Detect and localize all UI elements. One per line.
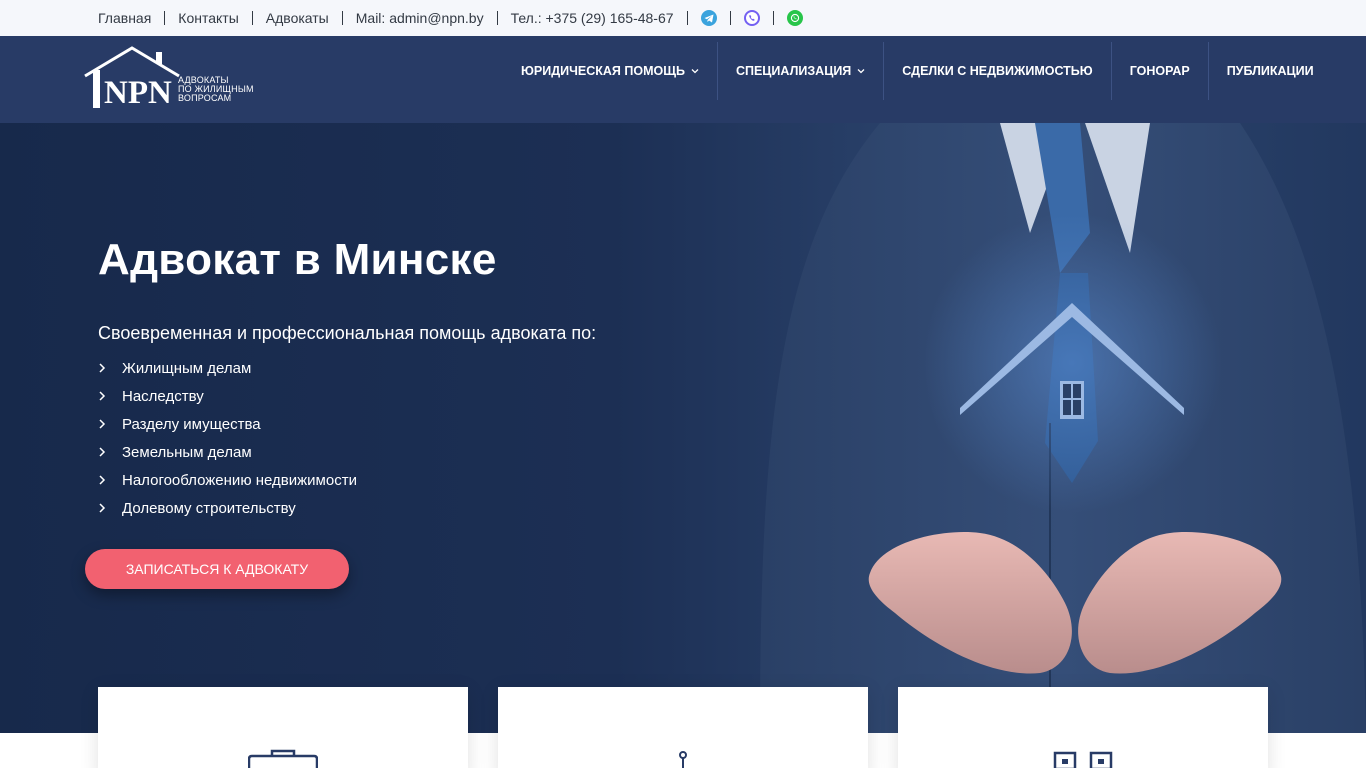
nav-item-legal-help[interactable]: ЮРИДИЧЕСКАЯ ПОМОЩЬ bbox=[503, 42, 717, 100]
divider bbox=[164, 11, 166, 25]
divider bbox=[251, 11, 253, 25]
viber-icon[interactable] bbox=[743, 10, 760, 26]
chevron-right-icon bbox=[98, 419, 122, 429]
nav-item-label: ПУБЛИКАЦИИ bbox=[1226, 64, 1314, 78]
list-item: Разделу имущества bbox=[98, 410, 357, 438]
nav-item-label: ГОНОРАР bbox=[1129, 64, 1190, 78]
list-item: Жилищным делам bbox=[98, 354, 357, 382]
nav-item-fee[interactable]: ГОНОРАР bbox=[1110, 42, 1208, 100]
nav-item-real-estate-deals[interactable]: СДЕЛКИ С НЕДВИЖИМОСТЬЮ bbox=[883, 42, 1110, 100]
chevron-right-icon bbox=[98, 475, 122, 485]
top-link-lawyers[interactable]: Адвокаты bbox=[266, 10, 329, 26]
chevron-down-icon bbox=[857, 68, 865, 74]
top-link-home[interactable]: Главная bbox=[98, 10, 151, 26]
chevron-down-icon bbox=[691, 68, 699, 74]
divider bbox=[772, 11, 774, 25]
logo-tagline-line: ВОПРОСАМ bbox=[178, 93, 232, 103]
pin-icon bbox=[676, 749, 690, 768]
chevron-right-icon bbox=[98, 363, 122, 373]
divider bbox=[341, 11, 343, 25]
hero-subtitle: Своевременная и профессиональная помощь … bbox=[98, 323, 597, 343]
service-card[interactable] bbox=[898, 687, 1268, 768]
hero-businessman-image bbox=[760, 123, 1366, 733]
divider bbox=[729, 11, 731, 25]
hero-title: Адвокат в Минске bbox=[98, 235, 497, 284]
hero-service-list: Жилищным делам Наследству Разделу имущес… bbox=[98, 354, 357, 522]
main-nav: ЮРИДИЧЕСКАЯ ПОМОЩЬ СПЕЦИАЛИЗАЦИЯ СДЕЛКИ … bbox=[503, 42, 1332, 100]
logo-brand: NPN bbox=[104, 75, 172, 110]
list-item: Земельным делам bbox=[98, 438, 357, 466]
divider bbox=[686, 11, 688, 25]
top-bar: Главная Контакты Адвокаты Mail: admin@np… bbox=[0, 0, 1366, 36]
list-item: Налогообложению недвижимости bbox=[98, 466, 357, 494]
service-card[interactable] bbox=[498, 687, 868, 768]
telegram-icon[interactable] bbox=[700, 10, 717, 26]
list-item: Наследству bbox=[98, 382, 357, 410]
main-header: NPN АДВОКАТЫ ПО ЖИЛИЩНЫМ ВОПРОСАМ ЮРИДИЧ… bbox=[0, 36, 1366, 123]
logo-tagline: АДВОКАТЫ ПО ЖИЛИЩНЫМ ВОПРОСАМ bbox=[178, 76, 254, 103]
list-item-label: Долевому строительству bbox=[122, 499, 296, 517]
nav-item-label: СДЕЛКИ С НЕДВИЖИМОСТЬЮ bbox=[902, 64, 1093, 78]
top-link-contacts[interactable]: Контакты bbox=[178, 10, 238, 26]
list-item: Долевому строительству bbox=[98, 494, 357, 522]
whatsapp-icon[interactable] bbox=[786, 10, 803, 26]
hero-section: Адвокат в Минске Своевременная и професс… bbox=[0, 123, 1366, 733]
nav-item-publications[interactable]: ПУБЛИКАЦИИ bbox=[1207, 42, 1332, 100]
service-card[interactable] bbox=[98, 687, 468, 768]
nav-item-specialization[interactable]: СПЕЦИАЛИЗАЦИЯ bbox=[716, 42, 883, 100]
chevron-right-icon bbox=[98, 503, 122, 513]
nav-item-label: ЮРИДИЧЕСКАЯ ПОМОЩЬ bbox=[521, 64, 685, 78]
chevron-right-icon bbox=[98, 391, 122, 401]
list-item-label: Разделу имущества bbox=[122, 415, 261, 433]
nav-item-label: СПЕЦИАЛИЗАЦИЯ bbox=[735, 64, 852, 78]
top-phone-link[interactable]: Тел.: +375 (29) 165-48-67 bbox=[511, 10, 674, 26]
chevron-right-icon bbox=[98, 447, 122, 457]
briefcase-icon bbox=[247, 749, 319, 768]
top-bar-links: Главная Контакты Адвокаты Mail: admin@np… bbox=[98, 0, 803, 36]
list-item-label: Налогообложению недвижимости bbox=[122, 471, 357, 489]
list-item-label: Наследству bbox=[122, 387, 204, 405]
divider bbox=[496, 11, 498, 25]
list-item-label: Земельным делам bbox=[122, 443, 252, 461]
houses-icon bbox=[1053, 749, 1115, 768]
site-logo[interactable]: NPN АДВОКАТЫ ПО ЖИЛИЩНЫМ ВОПРОСАМ bbox=[84, 46, 264, 111]
top-mail-link[interactable]: Mail: admin@npn.by bbox=[356, 10, 484, 26]
list-item-label: Жилищным делам bbox=[122, 359, 252, 377]
book-lawyer-button[interactable]: ЗАПИСАТЬСЯ К АДВОКАТУ bbox=[85, 549, 349, 589]
